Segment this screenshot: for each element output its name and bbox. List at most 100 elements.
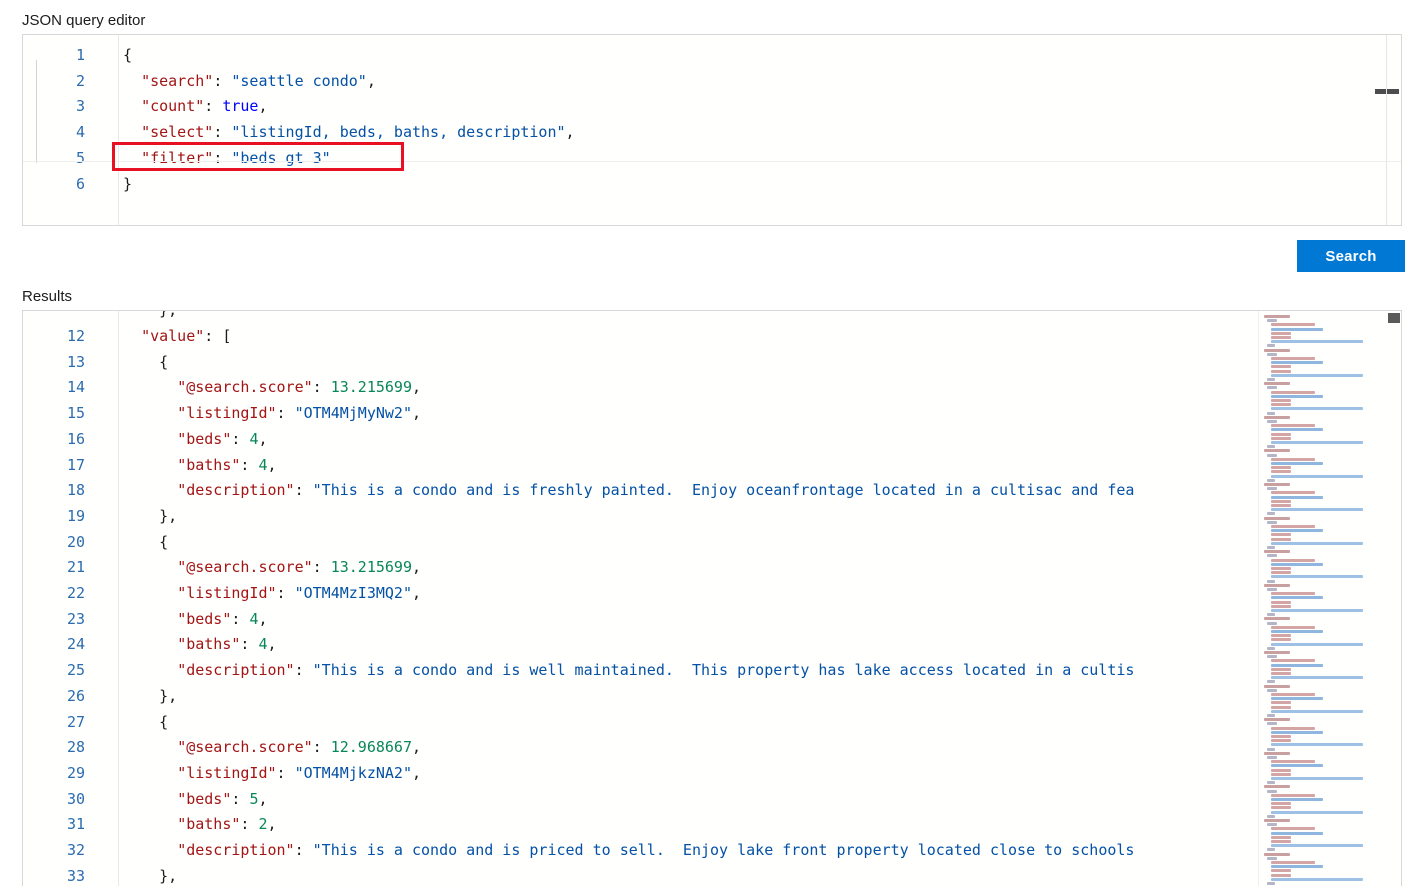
code-line[interactable]: "listingId": "OTM4MjMyNw2", [123,401,421,427]
code-line[interactable]: "baths": 4, [123,453,276,479]
results-editor[interactable]: 12 13 14 15 16 17 18 19 20 21 22 23 24 25 26 27 28 29 30 31… [22,310,1402,886]
results-editor-gutter: 12 13 14 15 16 17 18 19 20 21 22 23 24 25 26 27 28 29 30 31… [23,311,95,886]
minimap-line [1267,722,1278,726]
code-token: 2 [258,815,268,834]
results-editor-code-area[interactable]: }, "value": [ { "@search.score": 13.2156… [123,311,1401,886]
json-editor-scroll-marker[interactable] [1375,89,1399,94]
minimap-line [1270,600,1291,604]
code-line[interactable]: "@search.score": 13.215699, [123,555,421,581]
indent-guide [36,60,37,163]
code-token: "count" [141,97,205,116]
code-line[interactable]: "description": "This is a condo and is p… [123,838,1134,864]
minimap-line [1264,415,1291,419]
code-token: , [267,815,277,834]
results-scrollbar-thumb[interactable] [1388,313,1400,323]
minimap-line [1270,596,1323,600]
code-line[interactable]: "beds": 4, [123,607,267,633]
minimap-line [1267,520,1278,524]
minimap-line [1270,369,1291,373]
minimap-line [1270,802,1291,806]
minimap-line [1267,714,1276,717]
minimap-line [1270,525,1315,528]
minimap-line [1270,567,1291,570]
results-gutter-divider [118,311,119,886]
code-token: "description" [177,841,295,859]
json-query-editor-page: JSON query editor 123456 { "search": "se… [0,0,1420,886]
code-token: : [ [204,327,232,345]
minimap-line [1270,491,1315,495]
minimap-line [1270,436,1291,440]
minimap-line [1267,688,1278,692]
code-line[interactable]: "beds": 4, [123,427,267,453]
minimap-line [1270,470,1291,474]
code-line[interactable]: "baths": 4, [123,632,276,658]
code-line[interactable]: "baths": 2, [123,812,277,838]
line-number: 3 [75,97,85,116]
code-line[interactable]: "listingId": "OTM4MjkzNA2", [123,761,421,787]
line-separator-highlight [23,161,1401,162]
minimap-line [1270,844,1363,848]
minimap-line [1270,730,1323,734]
results-editor-minimap[interactable] [1258,311,1377,886]
minimap-line [1267,546,1276,549]
minimap-line [1267,747,1276,751]
code-line[interactable]: "@search.score": 13.215699, [123,375,421,401]
minimap-line [1270,835,1291,839]
minimap-line [1267,814,1276,818]
minimap-line [1270,537,1291,541]
minimap-line [1270,403,1291,407]
code-line[interactable]: "select": "listingId, beds, baths, descr… [123,120,574,146]
code-token: "listingId, beds, baths, description" [231,123,566,142]
code-line[interactable]: { [123,350,168,376]
minimap-line [1270,457,1315,461]
code-line[interactable]: } [123,172,132,198]
code-line[interactable]: "search": "seattle condo", [123,69,376,95]
minimap-line [1267,789,1278,793]
code-line[interactable]: "filter": "beds gt 3" [123,146,331,172]
code-line[interactable]: { [123,43,132,69]
minimap-line [1270,693,1315,696]
results-editor-vertical-scrollbar[interactable] [1387,311,1401,886]
partial-scrolled-line: }, [123,311,177,324]
code-line[interactable]: }, [123,504,177,530]
minimap-line [1270,667,1291,671]
code-line[interactable]: "listingId": "OTM4MzI3MQ2", [123,581,421,607]
json-editor-vertical-scrollbar[interactable] [1387,35,1401,225]
json-gutter-divider [118,35,119,225]
code-line[interactable]: }, [123,864,177,886]
search-button[interactable]: Search [1297,240,1405,272]
code-line[interactable]: { [123,710,168,736]
minimap-line [1264,315,1291,318]
line-number: 2 [75,71,85,90]
code-token: "This is a condo and is freshly painted.… [312,481,1135,500]
minimap-line [1270,793,1315,797]
code-line[interactable]: "description": "This is a condo and is w… [123,658,1134,684]
code-line[interactable]: }, [123,684,177,710]
code-line[interactable]: "count": true, [123,94,267,120]
json-query-editor[interactable]: 1 2 3 4 5 6 { "search": "seattle condo", "cou… [22,34,1402,226]
minimap-line [1270,428,1323,432]
code-token: { [123,46,133,64]
code-token: "OTM4MzI3MQ2" [294,584,412,602]
code-token: "beds" [177,789,232,808]
code-line[interactable]: "beds": 5, [123,787,267,813]
json-editor-code-area[interactable]: { "search": "seattle condo", "count": tr… [123,35,1401,225]
minimap-line [1270,772,1291,776]
minimap-line [1270,432,1291,436]
code-token: , [366,71,376,90]
minimap-line [1270,340,1363,344]
line-number: 30 [66,789,85,808]
code-line[interactable]: "description": "This is a condo and is f… [123,478,1134,504]
code-line[interactable]: "@search.score": 12.968667, [123,735,421,761]
code-line[interactable]: { [123,530,168,556]
line-number: 31 [66,815,85,834]
code-line[interactable]: "value": [ [123,324,231,350]
code-token: : [276,584,295,602]
minimap-line [1267,823,1278,827]
